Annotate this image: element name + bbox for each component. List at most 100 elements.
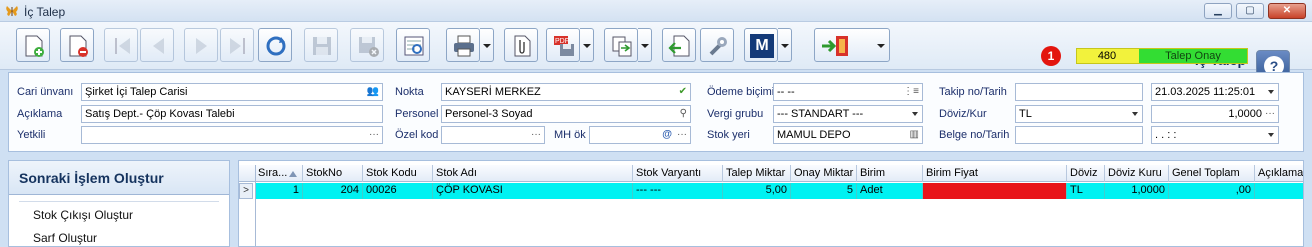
attachment-button[interactable] — [504, 28, 538, 62]
col-toplam[interactable]: Genel Toplam — [1169, 165, 1255, 182]
cell-stokadi[interactable]: ÇÖP KOVASI — [433, 183, 633, 199]
last-record-button[interactable] — [220, 28, 254, 62]
cell-kur[interactable]: 1,0000 — [1105, 183, 1169, 199]
save-close-button[interactable] — [350, 28, 384, 62]
ozelkod-field[interactable]: ··· — [441, 126, 545, 144]
col-kur[interactable]: Döviz Kuru — [1105, 165, 1169, 182]
col-onay[interactable]: Onay Miktar — [791, 165, 857, 182]
action-consumption[interactable]: Sarf Oluştur — [33, 231, 97, 245]
pdf-dropdown[interactable] — [580, 28, 594, 62]
ellipsis-icon[interactable]: ··· — [1265, 106, 1275, 122]
list-icon[interactable]: ⋮≡ — [903, 84, 919, 100]
cell-toplam[interactable]: ,00 — [1169, 183, 1255, 199]
col-doviz[interactable]: Döviz — [1067, 165, 1105, 182]
cell-fiyat[interactable] — [923, 183, 1067, 199]
action-stock-out[interactable]: Stok Çıkışı Oluştur — [33, 208, 133, 222]
vergi-value: --- STANDART --- — [777, 108, 864, 120]
personel-field[interactable]: Personel-3 Soyad ⚲ — [441, 105, 691, 123]
at-icon[interactable]: @ — [662, 127, 672, 143]
delete-document-button[interactable] — [60, 28, 94, 62]
grid-lookup-icon[interactable]: ▥ — [910, 127, 919, 143]
exit-button[interactable] — [814, 28, 890, 62]
col-varyant[interactable]: Stok Varyantı — [633, 165, 723, 182]
belge-field[interactable] — [1015, 126, 1143, 144]
ellipsis-icon[interactable]: ··· — [677, 127, 687, 143]
people-icon[interactable]: 👥 — [367, 84, 379, 100]
ellipsis-icon[interactable]: ··· — [369, 127, 379, 143]
cell-stokkodu[interactable]: 00026 — [363, 183, 433, 199]
cell-doviz[interactable]: TL — [1067, 183, 1105, 199]
maximize-button[interactable]: ▢ — [1236, 3, 1264, 19]
print-dropdown[interactable] — [480, 28, 494, 62]
first-icon — [115, 38, 130, 54]
tarih-field[interactable]: 21.03.2025 11:25:01 — [1151, 83, 1279, 101]
personel-value: Personel-3 Soyad — [445, 108, 533, 120]
settings-button[interactable] — [700, 28, 734, 62]
col-aciklama[interactable]: Açıklama — [1255, 165, 1303, 182]
col-talep[interactable]: Talep Miktar — [723, 165, 791, 182]
next-record-button[interactable] — [184, 28, 218, 62]
notification-badge: 1 — [1041, 46, 1061, 66]
cell-talep[interactable]: 5,00 — [723, 183, 791, 199]
mhok-field[interactable]: @ ··· — [589, 126, 691, 144]
m-module-dropdown[interactable] — [778, 28, 792, 62]
new-document-button[interactable] — [16, 28, 50, 62]
takip-field[interactable] — [1015, 83, 1143, 101]
cell-stokno[interactable]: 204 — [303, 183, 363, 199]
print-button[interactable] — [446, 28, 480, 62]
preview-button[interactable] — [396, 28, 430, 62]
doviz-field[interactable]: TL — [1015, 105, 1143, 123]
delete-document-icon — [69, 35, 88, 57]
pdf-icon: PDF — [554, 36, 574, 56]
cell-varyant[interactable]: --- --- — [633, 183, 723, 199]
row-indicator[interactable]: > — [239, 183, 253, 199]
refresh-button[interactable] — [258, 28, 292, 62]
copy-dropdown[interactable] — [638, 28, 652, 62]
cell-birim[interactable]: Adet — [857, 183, 923, 199]
col-stokno[interactable]: StokNo — [303, 165, 363, 182]
person-search-icon[interactable]: ⚲ — [680, 106, 687, 122]
m-module-button[interactable]: M — [744, 28, 778, 62]
col-stokadi[interactable]: Stok Adı — [433, 165, 633, 182]
checkmark-icon[interactable]: ✔ — [679, 84, 687, 100]
cell-sira[interactable]: 1 — [255, 183, 303, 199]
previous-record-button[interactable] — [140, 28, 174, 62]
table-row[interactable]: 1 204 00026 ÇÖP KOVASI --- --- 5,00 5 Ad… — [255, 183, 1303, 199]
cell-aciklama[interactable] — [1255, 183, 1303, 199]
butterfly-icon — [6, 6, 18, 16]
col-birim[interactable]: Birim — [857, 165, 923, 182]
col-stokkodu[interactable]: Stok Kodu — [363, 165, 433, 182]
first-record-button[interactable] — [104, 28, 138, 62]
pdf-export-button[interactable]: PDF — [546, 28, 580, 62]
cari-field[interactable]: Şirket İçi Talep Carisi 👥 — [81, 83, 383, 101]
kur-field[interactable]: 1,0000 ··· — [1151, 105, 1279, 123]
minimize-button[interactable]: ▁ — [1204, 3, 1232, 19]
next-action-header: Sonraki İşlem Oluştur — [9, 161, 229, 195]
stokyeri-field[interactable]: MAMUL DEPO ▥ — [773, 126, 923, 144]
chevron-down-icon[interactable] — [1132, 112, 1138, 116]
copy-button[interactable] — [604, 28, 638, 62]
import-icon — [668, 35, 690, 57]
yetkili-label: Yetkili — [17, 129, 46, 141]
nokta-field[interactable]: KAYSERİ MERKEZ ✔ — [441, 83, 691, 101]
aciklama-field[interactable]: Satış Dept.- Çöp Kovası Talebi — [81, 105, 383, 123]
preview-icon — [404, 36, 424, 56]
exit-dropdown-arrow — [877, 44, 885, 48]
close-button[interactable]: ✕ — [1268, 3, 1306, 19]
stokyeri-label: Stok yeri — [707, 129, 750, 141]
doviz-value: TL — [1019, 108, 1032, 120]
cell-onay[interactable]: 5 — [791, 183, 857, 199]
belge-tarih-field[interactable]: . . : : — [1151, 126, 1279, 144]
chevron-down-icon[interactable] — [1268, 90, 1274, 94]
chevron-down-icon[interactable] — [1268, 133, 1274, 137]
import-button[interactable] — [662, 28, 696, 62]
vergi-field[interactable]: --- STANDART --- — [773, 105, 923, 123]
belge-tarih-value: . . : : — [1155, 129, 1177, 141]
chevron-down-icon[interactable] — [912, 112, 918, 116]
ellipsis-icon[interactable]: ··· — [531, 127, 541, 143]
col-fiyat[interactable]: Birim Fiyat — [923, 165, 1067, 182]
save-button[interactable] — [304, 28, 338, 62]
yetkili-field[interactable]: ··· — [81, 126, 383, 144]
odeme-field[interactable]: -- -- ⋮≡ — [773, 83, 923, 101]
vergi-label: Vergi grubu — [707, 108, 764, 120]
